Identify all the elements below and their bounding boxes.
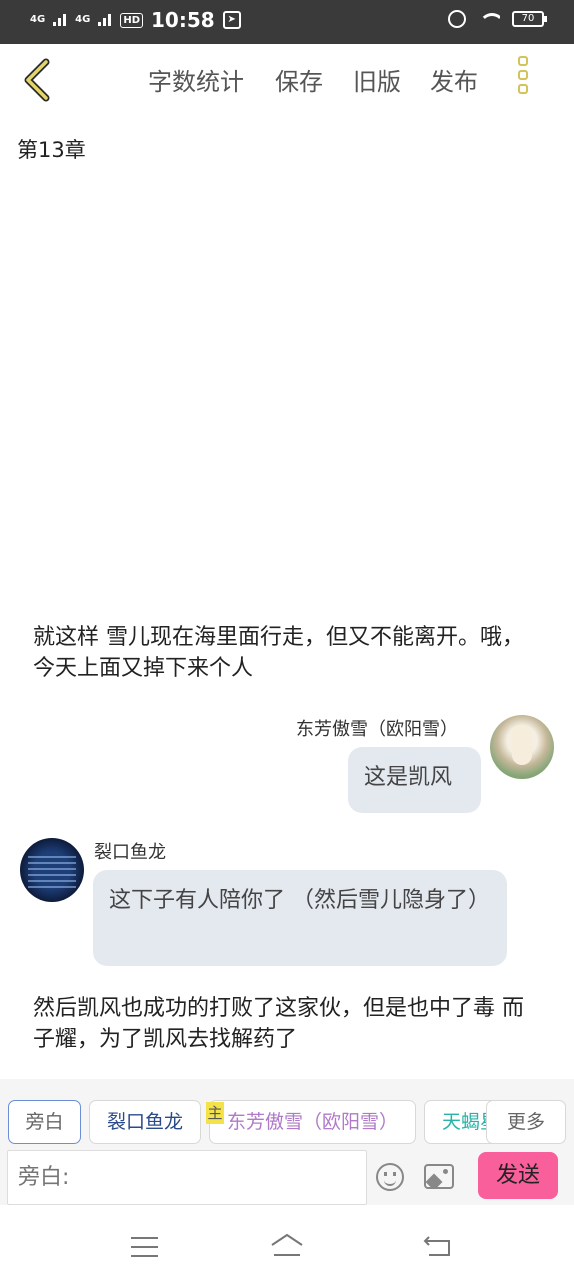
home-icon[interactable] [270, 1233, 304, 1257]
network-type-2: 4G [75, 14, 91, 25]
character-name-left: 裂口鱼龙 [94, 842, 166, 863]
back-icon[interactable] [423, 1235, 453, 1257]
editor-toolbar: 字数统计 保存 旧版 发布 [0, 44, 574, 116]
system-nav-bar [0, 1205, 574, 1280]
main-character-tag: 主 [206, 1102, 224, 1124]
publish-button[interactable]: 发布 [430, 62, 478, 97]
chip-narrator[interactable]: 旁白 [8, 1100, 81, 1144]
clock: 10:58 [151, 8, 215, 32]
chip-character-dongfang[interactable]: 东芳傲雪（欧阳雪） [209, 1100, 416, 1144]
battery-icon: 70 [512, 11, 547, 27]
dialogue-bubble-left: 这下子有人陪你了 （然后雪儿隐身了） [93, 870, 507, 966]
send-button[interactable]: 发送 [478, 1152, 558, 1199]
signal-icon [98, 14, 112, 26]
narration-text: 然后凯风也成功的打败了这家伙，但是也中了毒 而子耀，为了凯风去找解药了 [33, 996, 524, 1052]
back-arrow-icon[interactable] [20, 56, 60, 104]
word-count-button[interactable]: 字数统计 [148, 62, 244, 97]
avatar[interactable] [20, 838, 84, 902]
chapter-title: 第13章 [17, 138, 86, 162]
status-bar: 4G 4G HD 10:58 ➤ 70 [0, 0, 574, 44]
emoji-icon[interactable] [376, 1163, 404, 1191]
menu-icon[interactable] [131, 1237, 158, 1257]
avatar[interactable] [490, 715, 554, 779]
alarm-icon [448, 10, 466, 28]
more-options-icon[interactable] [518, 56, 538, 104]
chip-character-liekou[interactable]: 裂口鱼龙 [89, 1100, 201, 1144]
telegram-icon: ➤ [222, 11, 241, 29]
save-button[interactable]: 保存 [275, 62, 323, 97]
old-version-button[interactable]: 旧版 [353, 62, 401, 97]
image-icon[interactable] [424, 1164, 454, 1189]
network-type-1: 4G [30, 14, 46, 25]
signal-icon [53, 14, 67, 26]
message-input[interactable] [7, 1150, 367, 1205]
dialogue-bubble-right: 这是凯风 [348, 747, 481, 813]
wifi-icon [478, 12, 500, 26]
character-name-right: 东芳傲雪（欧阳雪） [296, 719, 458, 740]
more-characters-button[interactable]: 更多 [486, 1100, 566, 1144]
narration-text: 就这样 雪儿现在海里面行走，但又不能离开。哦，今天上面又掉下来个人 [33, 625, 524, 681]
hd-voice-icon: HD [120, 12, 144, 28]
